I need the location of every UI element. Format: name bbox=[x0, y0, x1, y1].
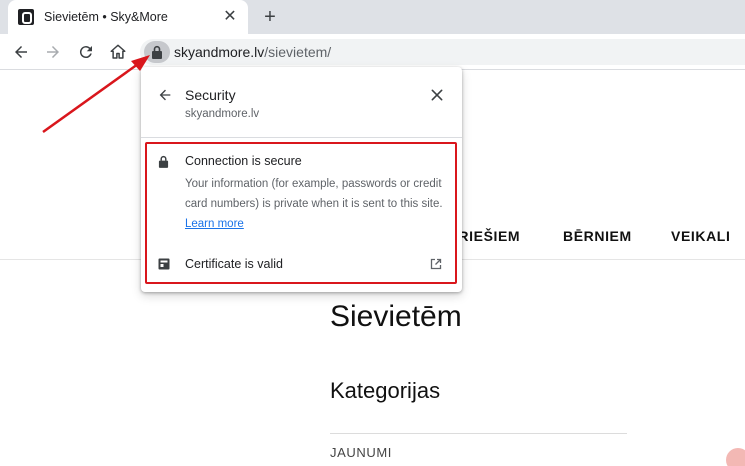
tab-title: Sievietēm • Sky&More bbox=[44, 10, 168, 24]
forward-icon bbox=[47, 46, 59, 58]
new-tab-button[interactable]: + bbox=[260, 7, 280, 27]
tab-close-icon[interactable]: ✕ bbox=[222, 9, 238, 25]
lock-icon bbox=[152, 45, 162, 59]
forward-button[interactable] bbox=[42, 41, 64, 63]
back-icon bbox=[15, 46, 27, 58]
popup-back-icon[interactable] bbox=[157, 87, 173, 103]
popup-host: skyandmore.lv bbox=[185, 108, 260, 120]
reload-icon bbox=[79, 46, 92, 59]
annotation-highlight-box bbox=[145, 142, 457, 284]
categories-divider bbox=[330, 433, 627, 434]
tab-strip: Sievietēm • Sky&More ✕ + bbox=[0, 0, 745, 34]
url-path: /sievietem/ bbox=[264, 44, 332, 60]
url-host: skyandmore.lv bbox=[174, 44, 265, 60]
home-icon bbox=[110, 44, 126, 59]
security-popup: Security skyandmore.lv Connection is sec… bbox=[141, 67, 462, 292]
browser-tab[interactable]: Sievietēm • Sky&More ✕ bbox=[8, 0, 248, 34]
address-bar[interactable]: skyandmore.lv/sievietem/ bbox=[140, 39, 745, 65]
categories-heading: Kategorijas bbox=[330, 378, 441, 403]
nav-item-stores[interactable]: VEIKALI bbox=[671, 228, 730, 244]
nav-item-kids[interactable]: BĒRNIEM bbox=[563, 228, 632, 244]
category-item-new[interactable]: JAUNUMI bbox=[330, 445, 392, 460]
site-info-button[interactable] bbox=[144, 41, 170, 63]
browser-toolbar: skyandmore.lv/sievietem/ bbox=[0, 34, 745, 70]
url-text[interactable]: skyandmore.lv/sievietem/ bbox=[174, 44, 331, 60]
chat-bubble-icon[interactable] bbox=[726, 448, 745, 466]
home-button[interactable] bbox=[107, 41, 129, 63]
popup-separator bbox=[141, 137, 462, 138]
popup-title: Security bbox=[185, 87, 236, 103]
page-title: Sievietēm bbox=[330, 300, 462, 333]
site-favicon-icon bbox=[18, 9, 34, 25]
back-button[interactable] bbox=[10, 41, 32, 63]
close-icon[interactable] bbox=[429, 87, 445, 103]
reload-button[interactable] bbox=[75, 41, 97, 63]
